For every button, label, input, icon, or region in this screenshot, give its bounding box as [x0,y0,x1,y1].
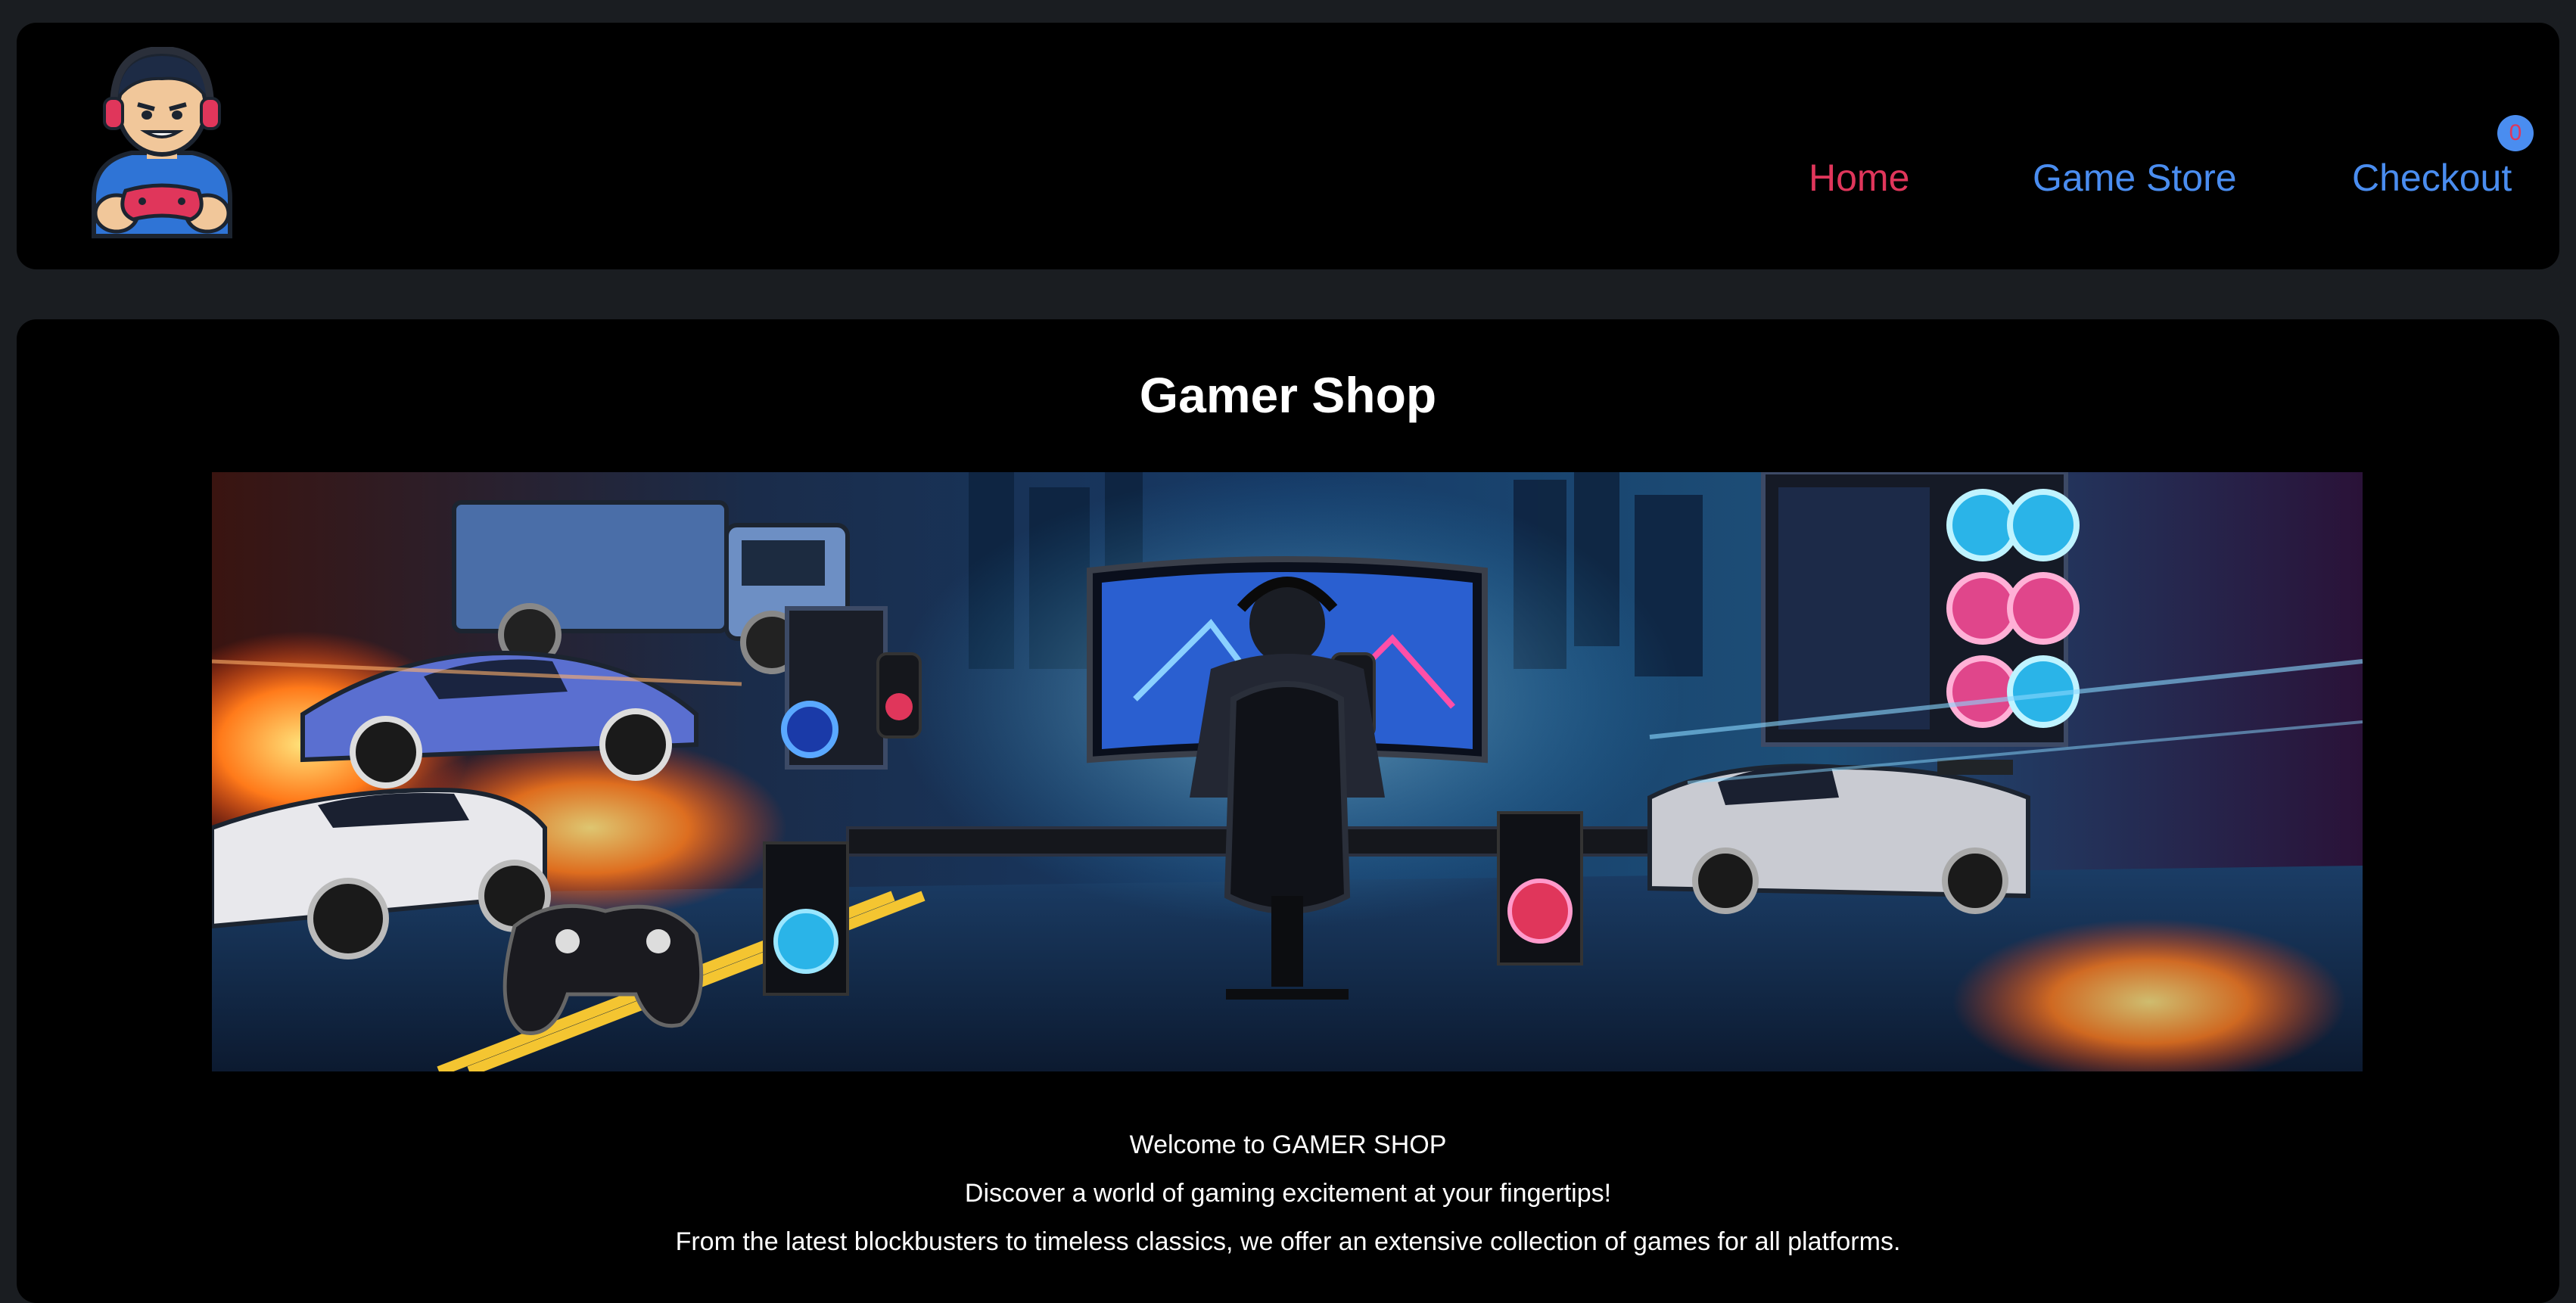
description-text: From the latest blockbusters to timeless… [675,1227,1901,1256]
hero-banner-illustration [212,472,2363,1071]
gamer-mascot-logo[interactable] [64,45,260,251]
hero-banner-image [212,472,2363,1071]
nav-link-home[interactable]: Home [1809,159,1909,197]
tagline-text: Discover a world of gaming excitement at… [964,1179,1612,1208]
nav-link-game-store[interactable]: Game Store [2033,159,2237,197]
welcome-text: Welcome to GAMER SHOP [1129,1130,1447,1159]
navbar: Home Game Store Checkout 0 [17,23,2559,269]
nav-link-checkout[interactable]: Checkout [2352,159,2512,197]
gamer-mascot-logo-icon [92,45,232,238]
page-title: Gamer Shop [1139,367,1437,423]
main-content: Gamer Shop Welcome to GAMER SHOP Discove… [17,319,2559,1303]
cart-count-badge[interactable]: 0 [2497,115,2534,151]
